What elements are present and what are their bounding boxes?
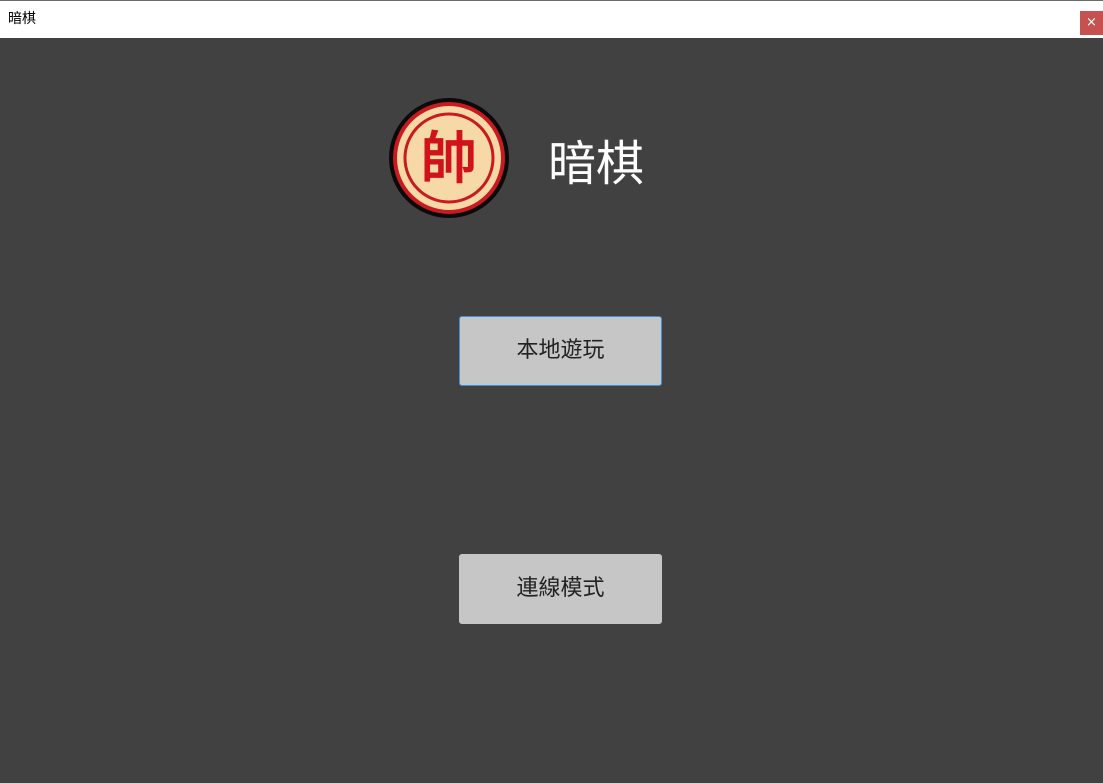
piece-character: 帥 [421, 127, 477, 192]
general-piece-icon: 帥 [388, 97, 512, 221]
online-mode-button[interactable]: 連線模式 [459, 554, 662, 624]
app-window: 暗棋 × 帥 暗棋 本地遊玩 連線模式 [0, 0, 1103, 783]
window-title: 暗棋 [8, 11, 36, 27]
close-button[interactable]: × [1080, 11, 1103, 35]
logo-graphic: 帥 [389, 98, 509, 218]
page-title: 暗棋 [548, 136, 645, 192]
title-bar: 暗棋 × [0, 0, 1103, 38]
local-play-button[interactable]: 本地遊玩 [459, 316, 662, 386]
